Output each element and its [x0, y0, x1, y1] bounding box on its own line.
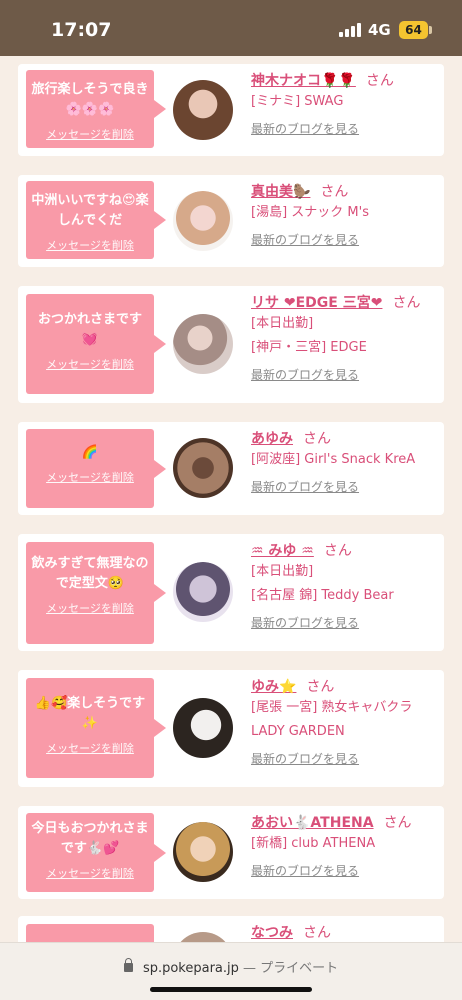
message-text: おつかれさまです💓	[37, 312, 142, 347]
list-item: おつかれさまです💓 メッセージを削除 リサ ❤EDGE 三宮❤ さん [本日出勤]…	[18, 286, 444, 403]
girl-name-link[interactable]: なつみ	[251, 925, 293, 941]
shop-label: [阿波座] Girl's Snack KreA	[251, 452, 416, 467]
clock: 17:07	[51, 19, 112, 41]
honorific: さん	[383, 815, 412, 831]
girl-name-link[interactable]: リサ ❤EDGE 三宮❤	[251, 295, 382, 311]
latest-blog-link[interactable]: 最新のブログを見る	[251, 366, 439, 383]
browser-address-bar[interactable]: sp.pokepara.jp — プライベート	[0, 942, 462, 1000]
shop-label: [湯島] スナック M's	[251, 205, 369, 220]
battery-tip	[429, 26, 432, 34]
list-item: 👍🥰楽しそうです✨ メッセージを削除 ゆみ⭐ さん [尾張 一宮] 熟女キャバクラ…	[18, 670, 444, 787]
message-text: 飲みすぎて無理なので定型文🥺	[31, 556, 149, 591]
battery-icon: 64	[399, 21, 428, 39]
url-separator: —	[243, 961, 257, 976]
url-display[interactable]: sp.pokepara.jp — プライベート	[0, 957, 462, 976]
message-bubble: 今日もおつかれさまです🐇💕 メッセージを削除	[26, 813, 166, 892]
latest-blog-link[interactable]: 最新のブログを見る	[251, 614, 439, 631]
latest-blog-link[interactable]: 最新のブログを見る	[251, 120, 439, 137]
girl-name-link[interactable]: ♒ みゆ ♒	[251, 543, 314, 559]
private-mode-label: プライベート	[260, 961, 339, 976]
latest-blog-link[interactable]: 最新のブログを見る	[251, 750, 439, 767]
status-label: [本日出勤]	[251, 564, 314, 579]
message-bubble: 👍🥰楽しそうです✨ メッセージを削除	[26, 678, 166, 778]
message-text: 今日もおつかれさまです🐇💕	[31, 821, 149, 856]
status-bar: 17:07 4G 64	[0, 0, 462, 56]
delete-message-link[interactable]: メッセージを削除	[46, 237, 134, 253]
status-label: [本日出勤]	[251, 316, 314, 331]
latest-blog-link[interactable]: 最新のブログを見る	[251, 478, 439, 495]
network-type: 4G	[368, 21, 391, 39]
message-bubble: 🌈 メッセージを削除	[26, 429, 166, 508]
avatar[interactable]	[173, 191, 233, 251]
lock-icon	[123, 958, 133, 972]
list-item: 旅行楽しそうで良き🌸🌸🌸 メッセージを削除 神木ナオコ🌹🌹 さん [ミナミ] SW…	[18, 64, 444, 156]
honorific: さん	[365, 73, 394, 89]
delete-message-link[interactable]: メッセージを削除	[46, 865, 134, 881]
shop-label: [新橋] club ATHENA	[251, 836, 376, 851]
avatar[interactable]	[173, 438, 233, 498]
message-bubble: 飲みすぎて無理なので定型文🥺 メッセージを削除	[26, 542, 166, 644]
avatar[interactable]	[173, 314, 233, 374]
honorific: さん	[303, 925, 331, 941]
message-text: 🌈	[81, 445, 99, 460]
delete-message-link[interactable]: メッセージを削除	[46, 469, 134, 485]
cellular-signal-icon	[339, 23, 363, 37]
shop-label: [ミナミ] SWAG	[251, 94, 344, 109]
home-indicator[interactable]	[150, 987, 312, 992]
honorific: さん	[323, 543, 352, 559]
avatar[interactable]	[173, 80, 233, 140]
shop-label: [名古屋 錦] Teddy Bear	[251, 588, 394, 603]
list-item: 今日もおつかれさまです🐇💕 メッセージを削除 あおい🐇ATHENA さん [新橋]…	[18, 806, 444, 899]
delete-message-link[interactable]: メッセージを削除	[46, 356, 134, 372]
avatar[interactable]	[173, 562, 233, 622]
url-domain: sp.pokepara.jp	[142, 961, 239, 976]
message-text: 中洲いいですね😍楽しんでくだ	[31, 193, 149, 228]
honorific: さん	[303, 431, 331, 447]
avatar[interactable]	[173, 822, 233, 882]
message-list[interactable]: 旅行楽しそうで良き🌸🌸🌸 メッセージを削除 神木ナオコ🌹🌹 さん [ミナミ] SW…	[0, 56, 462, 1000]
list-item: 飲みすぎて無理なので定型文🥺 メッセージを削除 ♒ みゆ ♒ さん [本日出勤] …	[18, 534, 444, 651]
girl-name-link[interactable]: あゆみ	[251, 431, 293, 447]
delete-message-link[interactable]: メッセージを削除	[46, 600, 134, 616]
shop-label: [神戸・三宮] EDGE	[251, 340, 367, 355]
avatar[interactable]	[173, 698, 233, 758]
latest-blog-link[interactable]: 最新のブログを見る	[251, 862, 439, 879]
girl-name-link[interactable]: 神木ナオコ🌹🌹	[251, 73, 356, 89]
honorific: さん	[306, 679, 335, 695]
list-item: 🌈 メッセージを削除 あゆみ さん [阿波座] Girl's Snack KreA…	[18, 422, 444, 515]
shop-label: [尾張 一宮] 熟女キャバクラ LADY GARDEN	[251, 700, 413, 739]
girl-name-link[interactable]: あおい🐇ATHENA	[251, 815, 374, 831]
honorific: さん	[392, 295, 421, 311]
message-text: 👍🥰楽しそうです✨	[34, 696, 146, 731]
latest-blog-link[interactable]: 最新のブログを見る	[251, 231, 439, 248]
girl-name-link[interactable]: 真由美🦫	[251, 184, 310, 200]
message-bubble: 中洲いいですね😍楽しんでくだ メッセージを削除	[26, 181, 166, 259]
delete-message-link[interactable]: メッセージを削除	[46, 126, 134, 142]
honorific: さん	[320, 184, 349, 200]
message-text: 旅行楽しそうで良き🌸🌸🌸	[31, 82, 149, 117]
list-item: 中洲いいですね😍楽しんでくだ メッセージを削除 真由美🦫 さん [湯島] スナック…	[18, 175, 444, 267]
delete-message-link[interactable]: メッセージを削除	[46, 740, 134, 756]
girl-name-link[interactable]: ゆみ⭐	[251, 679, 296, 695]
message-bubble: おつかれさまです💓 メッセージを削除	[26, 294, 166, 394]
message-bubble: 旅行楽しそうで良き🌸🌸🌸 メッセージを削除	[26, 70, 166, 148]
